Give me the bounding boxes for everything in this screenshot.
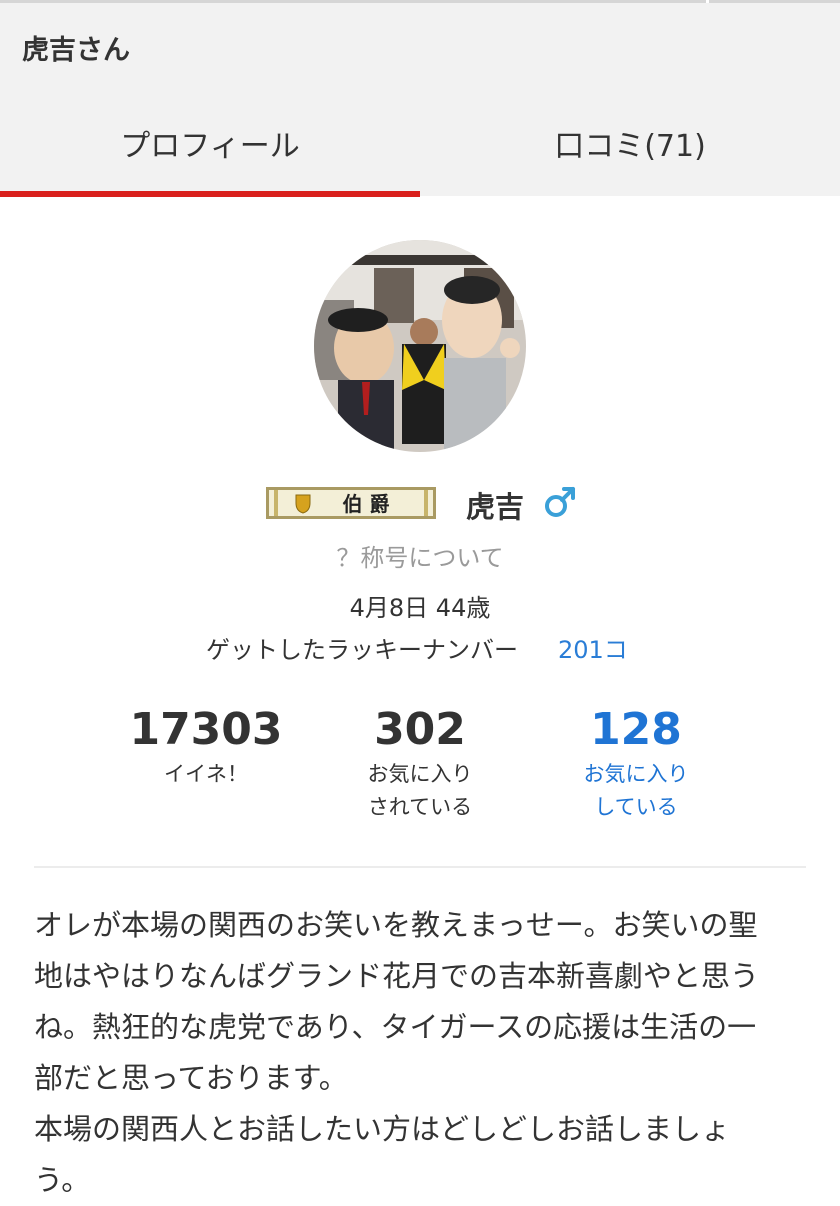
stat-likes-label: イイネ！: [164, 762, 248, 786]
avatar[interactable]: [314, 240, 526, 452]
user-name: 虎吉: [466, 490, 525, 524]
birthday-age: 4月8日 44歳: [349, 594, 491, 622]
stat-favoriting-label-line1: お気に入り: [583, 762, 689, 786]
male-icon: [545, 487, 575, 517]
lucky-number-label: ゲットしたラッキーナンバー: [206, 636, 518, 664]
title-info-link[interactable]: ？称号について: [0, 538, 840, 573]
stat-favorited-by[interactable]: 302 お気に入り されている: [310, 704, 530, 824]
stat-favorited-by-value: 302: [374, 704, 466, 755]
section-divider: [34, 866, 806, 868]
app-header: 虎吉さん プロフィール 口コミ(71): [0, 0, 840, 197]
stat-favorited-by-label-line2: されている: [367, 795, 473, 819]
stat-likes-value: 17303: [129, 704, 283, 755]
tab-profile[interactable]: プロフィール: [0, 90, 420, 196]
stat-favoriting[interactable]: 128 お気に入り している: [526, 704, 746, 824]
page-title: 虎吉さん: [22, 35, 130, 66]
stat-favoriting-label-line2: している: [594, 795, 678, 819]
lucky-number-link[interactable]: 201コ: [558, 630, 628, 665]
tab-reviews[interactable]: 口コミ(71): [420, 90, 840, 196]
stat-favorited-by-label-line1: お気に入り: [367, 762, 473, 786]
avatar-photo: [314, 240, 526, 452]
rank-badge-label: 伯 爵: [343, 492, 390, 516]
top-border: [0, 0, 840, 3]
profile-bio: オレが本場の関西のお笑いを教えまっせー。お笑いの聖 地はやはりなんばグランド花月…: [34, 908, 760, 1197]
stat-favoriting-value: 128: [590, 704, 682, 755]
rank-badge: 伯 爵: [266, 487, 436, 519]
active-tab-indicator: [0, 191, 420, 197]
stat-likes: 17303 イイネ！: [96, 704, 316, 791]
